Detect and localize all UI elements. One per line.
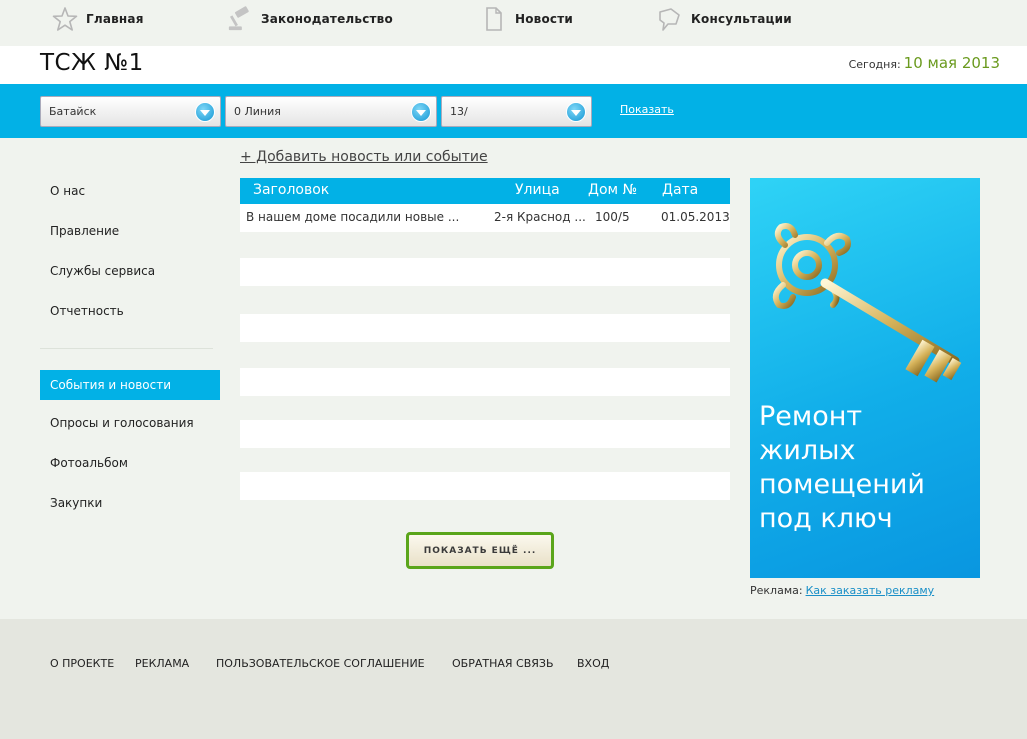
house-select[interactable]: 13/ — [441, 96, 592, 127]
sidebar-item-news[interactable]: События и новости — [40, 370, 220, 400]
ad-caption: Реклама: Как заказать рекламу — [750, 584, 934, 597]
show-more-button[interactable]: ПОКАЗАТЬ ЕЩЁ ... — [406, 532, 554, 569]
sidebar-item-reports[interactable]: Отчетность — [40, 296, 220, 326]
ad-line: под ключ — [759, 503, 893, 534]
table-row-empty — [240, 258, 730, 286]
footer-link-about[interactable]: О ПРОЕКТЕ — [50, 657, 114, 670]
row-street: 2-я Краснод ... — [494, 210, 586, 224]
nav-news[interactable]: Новости — [481, 4, 573, 34]
column-header-house[interactable]: Дом № — [588, 182, 637, 198]
city-select[interactable]: Батайск — [40, 96, 221, 127]
ad-text: Ремонт жилых помещений под ключ — [759, 400, 925, 536]
sidebar-item-photo[interactable]: Фотоальбом — [40, 448, 220, 478]
row-house: 100/5 — [595, 210, 630, 224]
nav-home-label: Главная — [86, 12, 144, 26]
ad-line: Ремонт — [759, 401, 863, 432]
nav-law-label: Законодательство — [261, 12, 393, 26]
nav-consult-label: Консультации — [691, 12, 792, 26]
sidebar-divider — [40, 348, 213, 349]
chevron-down-icon — [411, 102, 431, 122]
today-label: Сегодня: — [848, 58, 901, 71]
ad-caption-label: Реклама: — [750, 584, 803, 597]
row-title: В нашем доме посадили новые ... — [246, 210, 460, 224]
nav-consult[interactable]: Консультации — [657, 4, 792, 34]
row-date: 01.05.2013 — [661, 210, 730, 224]
house-select-value: 13/ — [450, 105, 468, 118]
table-row-empty — [240, 314, 730, 342]
nav-news-label: Новости — [515, 12, 574, 26]
sidebar-item-board[interactable]: Правление — [40, 216, 220, 246]
sidebar-item-polls[interactable]: Опросы и голосования — [40, 408, 220, 438]
chevron-down-icon — [195, 102, 215, 122]
column-header-street[interactable]: Улица — [515, 182, 560, 198]
gavel-icon — [227, 5, 253, 33]
footer: О ПРОЕКТЕ РЕКЛАМА ПОЛЬЗОВАТЕЛЬСКОЕ СОГЛА… — [0, 619, 1027, 739]
key-icon — [772, 223, 962, 383]
today-date: 10 мая 2013 — [903, 54, 1000, 72]
header: ТСЖ №1 Сегодня: 10 мая 2013 — [0, 46, 1027, 84]
footer-link-ads[interactable]: РЕКЛАМА — [135, 657, 189, 670]
table-row-empty — [240, 368, 730, 396]
document-icon — [481, 5, 507, 33]
table-row-empty — [240, 472, 730, 500]
news-table-header: Заголовок Улица Дом № Дата — [240, 178, 730, 204]
city-select-value: Батайск — [49, 105, 97, 118]
table-row[interactable]: В нашем доме посадили новые ... 2-я Крас… — [240, 204, 730, 232]
street-select-value: 0 Линия — [234, 105, 281, 118]
column-header-date[interactable]: Дата — [662, 182, 698, 198]
sidebar-item-services[interactable]: Службы сервиса — [40, 256, 220, 286]
table-row-empty — [240, 420, 730, 448]
show-link[interactable]: Показать — [620, 103, 674, 116]
order-ad-link[interactable]: Как заказать рекламу — [806, 584, 935, 597]
top-navigation: Главная Законодательство Новости Консуль… — [0, 0, 1027, 46]
ad-line: помещений — [759, 469, 925, 500]
speech-bubble-icon — [657, 5, 683, 33]
nav-law[interactable]: Законодательство — [227, 4, 393, 34]
footer-link-feedback[interactable]: ОБРАТНАЯ СВЯЗЬ — [452, 657, 554, 670]
site-title: ТСЖ №1 — [40, 50, 144, 76]
sidebar-item-purchases[interactable]: Закупки — [40, 488, 220, 518]
sidebar-item-about[interactable]: О нас — [40, 176, 220, 206]
footer-link-agreement[interactable]: ПОЛЬЗОВАТЕЛЬСКОЕ СОГЛАШЕНИЕ — [216, 657, 425, 670]
column-header-title[interactable]: Заголовок — [253, 182, 329, 198]
today-date-block: Сегодня: 10 мая 2013 — [849, 54, 1000, 72]
ad-banner[interactable]: Ремонт жилых помещений под ключ — [750, 178, 980, 578]
footer-link-login[interactable]: ВХОД — [577, 657, 609, 670]
nav-home[interactable]: Главная — [52, 4, 144, 34]
add-news-link[interactable]: + Добавить новость или событие — [240, 149, 488, 165]
chevron-down-icon — [566, 102, 586, 122]
street-select[interactable]: 0 Линия — [225, 96, 437, 127]
star-icon — [52, 5, 78, 33]
ad-line: жилых — [759, 435, 856, 466]
